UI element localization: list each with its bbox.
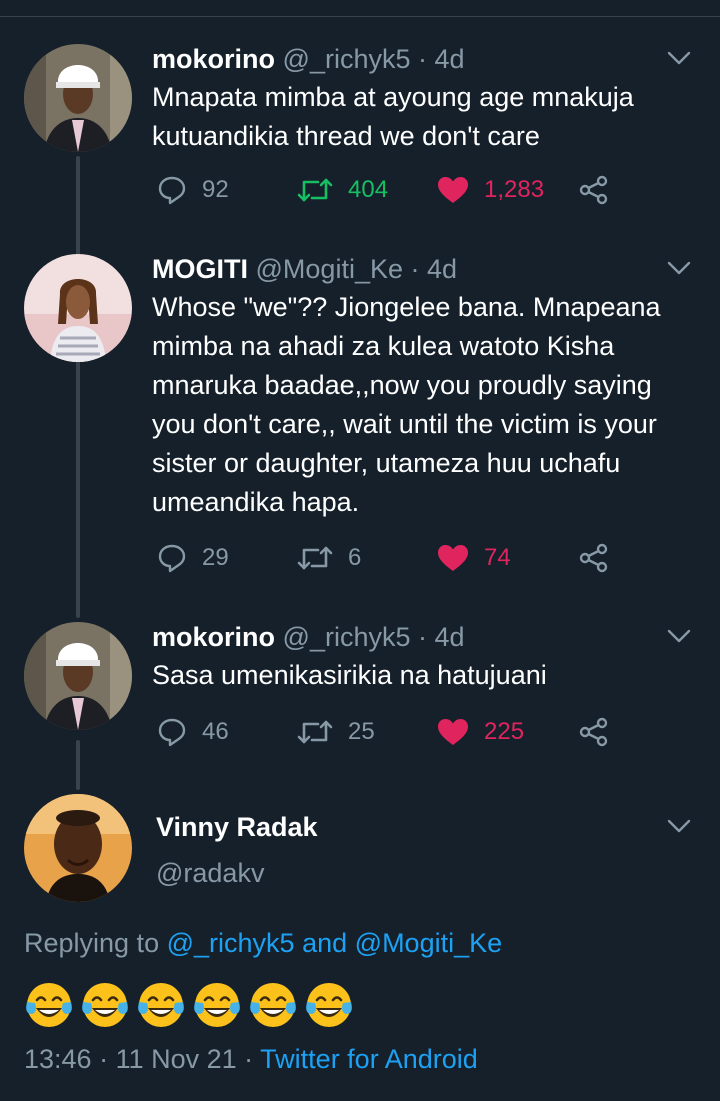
avatar-mokorino[interactable] xyxy=(24,44,132,152)
face-with-tears-of-joy-icon xyxy=(250,983,296,1027)
tweet-header: mokorino @_richyk5 · 4d xyxy=(152,42,465,76)
tweet-source-link[interactable]: Twitter for Android xyxy=(260,1044,478,1074)
heart-icon xyxy=(438,719,468,745)
reply-tweet-2[interactable]: MOGITI @Mogiti_Ke · 4d Whose "we"?? Jion… xyxy=(0,250,720,580)
handle-and-time: @_richyk5 · 4d xyxy=(282,622,465,652)
replying-and: and xyxy=(302,928,348,958)
top-divider xyxy=(0,16,720,17)
chevron-down-icon[interactable] xyxy=(666,254,692,280)
tweet-time: 13:46 xyxy=(24,1044,92,1074)
tweet-text: Sasa umenikasirikia na hatujuani xyxy=(152,660,547,690)
avatar-vinny-radak[interactable] xyxy=(24,794,132,902)
display-name[interactable]: Vinny Radak xyxy=(156,812,318,843)
tweet-text: Mnapata mimba at ayoung age mnakuja kutu… xyxy=(152,82,634,151)
avatar-image xyxy=(24,794,132,902)
face-with-tears-of-joy-icon xyxy=(194,983,240,1027)
face-with-tears-of-joy-icon xyxy=(82,983,128,1027)
avatar-image xyxy=(24,44,132,152)
reply-button[interactable]: 46 xyxy=(156,712,229,752)
chevron-down-icon[interactable] xyxy=(666,44,692,70)
like-button[interactable]: 225 xyxy=(436,712,524,752)
retweet-icon xyxy=(297,546,333,570)
share-button[interactable] xyxy=(578,170,610,210)
display-name[interactable]: mokorino xyxy=(152,622,275,652)
user-handle[interactable]: @radakv xyxy=(156,858,264,889)
reply-count: 46 xyxy=(202,718,229,745)
face-with-tears-of-joy-icon xyxy=(306,983,352,1027)
replying-prefix: Replying to xyxy=(24,928,160,958)
tweet-header: MOGITI @Mogiti_Ke · 4d xyxy=(152,252,457,286)
share-icon xyxy=(579,717,608,747)
share-button[interactable] xyxy=(578,538,610,578)
tweet-header: mokorino @_richyk5 · 4d xyxy=(152,620,465,654)
avatar-mokorino[interactable] xyxy=(24,622,132,730)
handle-and-time: @_richyk5 · 4d xyxy=(282,44,465,74)
retweet-count: 404 xyxy=(348,176,389,203)
avatar-image xyxy=(24,254,132,362)
replying-to: Replying to @_richyk5 and @Mogiti_Ke xyxy=(24,928,502,959)
reply-tweet-3[interactable]: mokorino @_richyk5 · 4d Sasa umenikasiri… xyxy=(0,618,720,768)
display-name[interactable]: mokorino xyxy=(152,44,275,74)
reply-button[interactable]: 92 xyxy=(156,170,229,210)
heart-icon xyxy=(438,177,468,203)
retweet-count: 6 xyxy=(348,544,362,571)
chevron-down-icon[interactable] xyxy=(666,812,692,838)
reply-count: 29 xyxy=(202,544,229,571)
like-count: 1,283 xyxy=(484,176,545,203)
reply-tweet-1[interactable]: mokorino @_richyk5 · 4d Mnapata mimba at… xyxy=(0,40,720,220)
tweet-text: Whose "we"?? Jiongelee bana. Mnapeana mi… xyxy=(152,292,661,517)
share-icon xyxy=(579,543,608,573)
avatar-mogiti[interactable] xyxy=(24,254,132,362)
tweet-metadata: 13:46 · 11 Nov 21 · Twitter for Android xyxy=(24,1044,478,1074)
like-button[interactable]: 74 xyxy=(436,538,511,578)
retweet-count: 25 xyxy=(348,718,375,745)
face-with-tears-of-joy-icon xyxy=(26,983,72,1027)
retweet-button[interactable]: 25 xyxy=(296,712,375,752)
handle-and-time: @Mogiti_Ke · 4d xyxy=(255,254,458,284)
like-count: 225 xyxy=(484,718,525,745)
like-count: 74 xyxy=(484,544,511,571)
retweet-button[interactable]: 404 xyxy=(296,170,388,210)
mention-link[interactable]: @Mogiti_Ke xyxy=(355,928,502,958)
mention-link[interactable]: @_richyk5 xyxy=(167,928,295,958)
retweet-icon xyxy=(297,178,333,202)
reply-icon xyxy=(158,176,186,205)
like-button[interactable]: 1,283 xyxy=(436,170,544,210)
chevron-down-icon[interactable] xyxy=(666,622,692,648)
retweet-icon xyxy=(297,720,333,744)
reply-icon xyxy=(158,718,186,747)
tweet-date: 11 Nov 21 xyxy=(115,1044,237,1074)
reply-button[interactable]: 29 xyxy=(156,538,229,578)
reply-count: 92 xyxy=(202,176,229,203)
display-name[interactable]: MOGITI xyxy=(152,254,248,284)
reply-icon xyxy=(158,544,186,573)
avatar-image xyxy=(24,622,132,730)
tweet-emoji-text xyxy=(24,980,360,1032)
share-button[interactable] xyxy=(578,712,610,752)
face-with-tears-of-joy-icon xyxy=(138,983,184,1027)
heart-icon xyxy=(438,545,468,571)
share-icon xyxy=(579,175,608,205)
retweet-button[interactable]: 6 xyxy=(296,538,361,578)
